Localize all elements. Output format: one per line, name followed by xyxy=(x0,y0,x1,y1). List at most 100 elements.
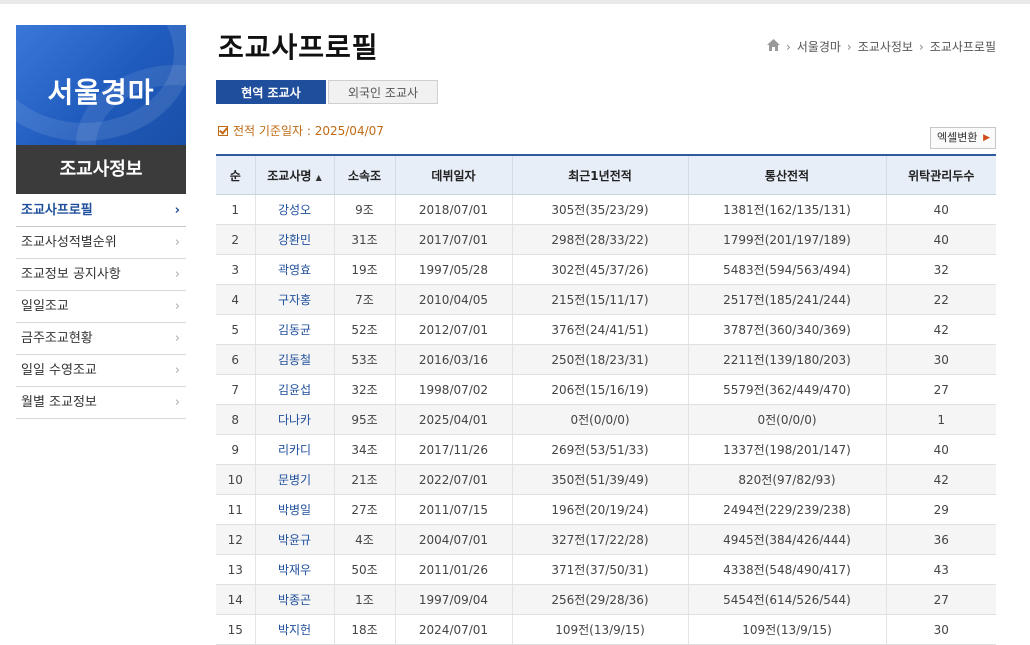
sidebar-item-daily-swim-training[interactable]: 일일 수영조교 › xyxy=(16,355,186,387)
cell-recent-record: 196전(20/19/24) xyxy=(511,494,688,525)
cell-career-record: 1381전(162/135/131) xyxy=(687,194,886,225)
column-header-trainer-name[interactable]: 조교사명 ▲ xyxy=(254,154,334,195)
cell-trainer-name[interactable]: 김동철 xyxy=(254,344,334,375)
cell-rank: 5 xyxy=(216,314,255,345)
cell-trainer-name[interactable]: 박지헌 xyxy=(254,614,334,645)
cell-trainer-name[interactable]: 박윤규 xyxy=(254,524,334,555)
banner-title: 서울경마 xyxy=(47,76,155,109)
sidebar-item-label: 금주조교현황 xyxy=(21,331,93,346)
cell-trainer-name[interactable]: 강성오 xyxy=(254,194,334,225)
cell-rank: 8 xyxy=(216,404,255,435)
cell-trainer-name[interactable]: 다나카 xyxy=(254,404,334,435)
column-header-debut-date[interactable]: 데뷔일자 xyxy=(394,154,512,195)
cell-team: 31조 xyxy=(333,224,395,255)
excel-export-button[interactable]: 엑셀변환 ▶ xyxy=(930,127,996,149)
cell-trainer-name[interactable]: 김윤섭 xyxy=(254,374,334,405)
cell-rank: 7 xyxy=(216,374,255,405)
cell-debut-date: 2011/01/26 xyxy=(394,554,512,585)
breadcrumb-item[interactable]: 서울경마 xyxy=(797,38,841,55)
cell-trainer-name[interactable]: 구자홍 xyxy=(254,284,334,315)
cell-recent-record: 305전(35/23/29) xyxy=(511,194,688,225)
cell-team: 21조 xyxy=(333,464,395,495)
cell-debut-date: 1997/05/28 xyxy=(394,254,512,285)
cell-rank: 13 xyxy=(216,554,255,585)
sidebar-item-daily-training[interactable]: 일일조교 › xyxy=(16,291,186,323)
cell-career-record: 2517전(185/241/244) xyxy=(687,284,886,315)
cell-recent-record: 371전(37/50/31) xyxy=(511,554,688,585)
cell-debut-date: 2004/07/01 xyxy=(394,524,512,555)
cell-horses-managed: 27 xyxy=(885,374,996,405)
table-row: 1 강성오 9조 2018/07/01 305전(35/23/29) 1381전(162/… xyxy=(216,194,996,225)
sidebar-item-trainer-profile[interactable]: 조교사프로필 › xyxy=(16,195,186,227)
cell-horses-managed: 1 xyxy=(885,404,996,435)
cell-team: 32조 xyxy=(333,374,395,405)
cell-rank: 1 xyxy=(216,194,255,225)
breadcrumb-item[interactable]: 조교사프로필 xyxy=(930,38,996,55)
cell-rank: 2 xyxy=(216,224,255,255)
table-row: 15 박지헌 18조 2024/07/01 109전(13/9/15) 109전(13/9… xyxy=(216,614,996,645)
cell-trainer-name[interactable]: 리카디 xyxy=(254,434,334,465)
table-row: 10 문병기 21조 2022/07/01 350전(51/39/49) 820전(97/… xyxy=(216,464,996,495)
cell-recent-record: 256전(29/28/36) xyxy=(511,584,688,615)
breadcrumb-separator: › xyxy=(846,39,852,54)
chevron-right-icon: › xyxy=(174,299,180,314)
cell-career-record: 5579전(362/449/470) xyxy=(687,374,886,405)
table-row: 7 김윤섭 32조 1998/07/02 206전(15/16/19) 5579전(362… xyxy=(216,374,996,405)
cell-trainer-name[interactable]: 문병기 xyxy=(254,464,334,495)
cell-recent-record: 327전(17/22/28) xyxy=(511,524,688,555)
cell-trainer-name[interactable]: 박병일 xyxy=(254,494,334,525)
sidebar-subtitle: 조교사정보 xyxy=(16,145,186,194)
table-row: 11 박병일 27조 2011/07/15 196전(20/19/24) 2494전(22… xyxy=(216,494,996,525)
sidebar-item-training-notice[interactable]: 조교정보 공지사항 › xyxy=(16,259,186,291)
cell-debut-date: 1997/09/04 xyxy=(394,584,512,615)
sidebar-item-trainer-ranking[interactable]: 조교사성적별순위 › xyxy=(16,227,186,259)
column-header-horses-managed[interactable]: 위탁관리두수 xyxy=(885,154,996,195)
table-row: 4 구자홍 7조 2010/04/05 215전(15/11/17) 2517전(185/… xyxy=(216,284,996,315)
cell-horses-managed: 40 xyxy=(885,224,996,255)
table-header-row: 순 조교사명 ▲ 소속조 데뷔일자 최근1년전적 통산전적 위탁관리두수 xyxy=(216,154,996,195)
tab-active-trainers[interactable]: 현역 조교사 xyxy=(216,80,326,104)
cell-trainer-name[interactable]: 박재우 xyxy=(254,554,334,585)
cell-trainer-name[interactable]: 강환민 xyxy=(254,224,334,255)
sidebar-item-monthly-training[interactable]: 월별 조교정보 › xyxy=(16,387,186,419)
cell-horses-managed: 40 xyxy=(885,434,996,465)
top-border xyxy=(0,0,1030,4)
cell-recent-record: 302전(45/37/26) xyxy=(511,254,688,285)
cell-horses-managed: 40 xyxy=(885,194,996,225)
cell-debut-date: 2017/11/26 xyxy=(394,434,512,465)
cell-debut-date: 2010/04/05 xyxy=(394,284,512,315)
chevron-right-icon: › xyxy=(174,203,180,218)
sidebar-item-weekly-training[interactable]: 금주조교현황 › xyxy=(16,323,186,355)
chevron-right-icon: › xyxy=(174,331,180,346)
sort-ascending-icon: ▲ xyxy=(315,172,322,182)
reference-date: 전적 기준일자 : 2025/04/07 xyxy=(218,122,384,139)
cell-debut-date: 2022/07/01 xyxy=(394,464,512,495)
table-row: 3 곽영효 19조 1997/05/28 302전(45/37/26) 5483전(594… xyxy=(216,254,996,285)
cell-trainer-name[interactable]: 곽영효 xyxy=(254,254,334,285)
cell-trainer-name[interactable]: 김동균 xyxy=(254,314,334,345)
cell-rank: 4 xyxy=(216,284,255,315)
table-row: 5 김동균 52조 2012/07/01 376전(24/41/51) 3787전(360… xyxy=(216,314,996,345)
column-header-career-record[interactable]: 통산전적 xyxy=(687,154,886,195)
column-header-rank[interactable]: 순 xyxy=(216,154,255,195)
cell-recent-record: 206전(15/16/19) xyxy=(511,374,688,405)
cell-debut-date: 2024/07/01 xyxy=(394,614,512,645)
cell-debut-date: 2018/07/01 xyxy=(394,194,512,225)
cell-trainer-name[interactable]: 박종곤 xyxy=(254,584,334,615)
column-header-recent-record[interactable]: 최근1년전적 xyxy=(511,154,688,195)
cell-recent-record: 350전(51/39/49) xyxy=(511,464,688,495)
chevron-right-icon: › xyxy=(174,395,180,410)
breadcrumb-item[interactable]: 조교사정보 xyxy=(858,38,913,55)
trainer-table: 순 조교사명 ▲ 소속조 데뷔일자 최근1년전적 통산전적 위탁관리두수 1 강성… xyxy=(216,154,996,645)
cell-rank: 11 xyxy=(216,494,255,525)
tab-foreign-trainers[interactable]: 외국인 조교사 xyxy=(328,80,438,104)
cell-horses-managed: 30 xyxy=(885,614,996,645)
sidebar-item-label: 조교사프로필 xyxy=(21,203,93,218)
cell-debut-date: 2017/07/01 xyxy=(394,224,512,255)
column-header-team[interactable]: 소속조 xyxy=(333,154,395,195)
cell-career-record: 1337전(198/201/147) xyxy=(687,434,886,465)
cell-team: 95조 xyxy=(333,404,395,435)
home-icon[interactable] xyxy=(766,39,780,54)
cell-team: 53조 xyxy=(333,344,395,375)
cell-horses-managed: 43 xyxy=(885,554,996,585)
